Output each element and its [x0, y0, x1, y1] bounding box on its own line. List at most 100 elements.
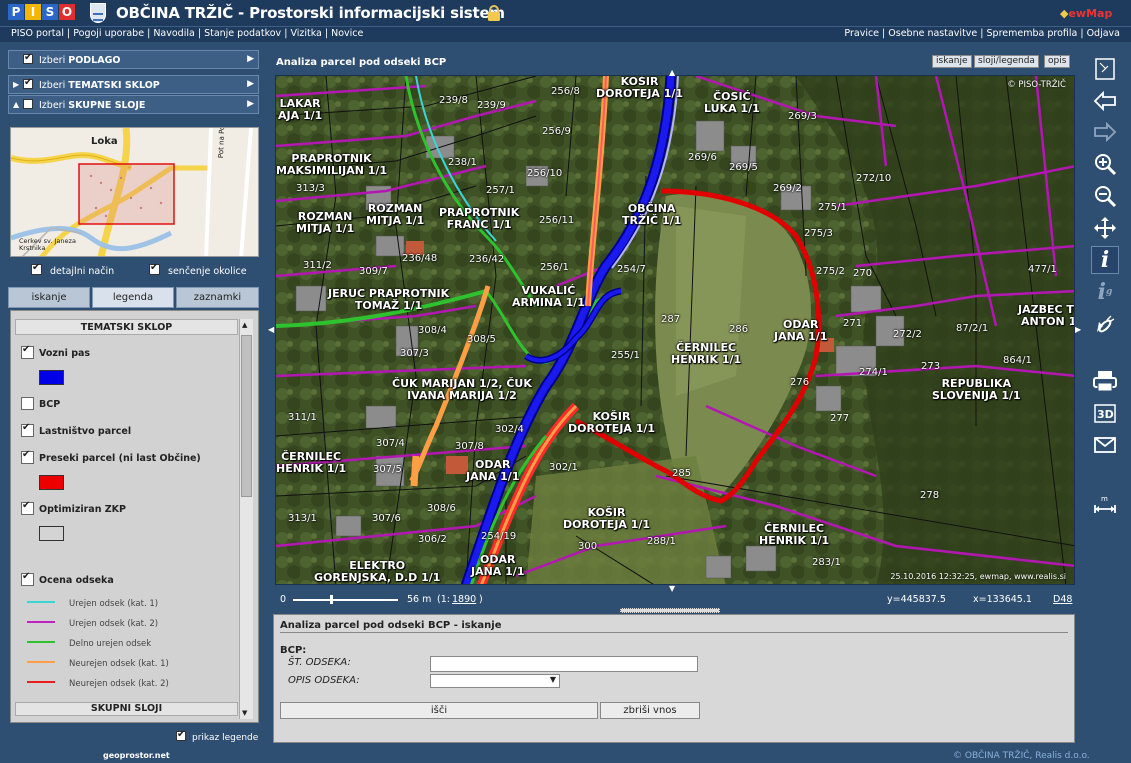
municipality-crest-icon	[90, 3, 106, 23]
map-pan-up-icon[interactable]: ▲	[669, 68, 675, 77]
search-button[interactable]: išči	[280, 702, 598, 719]
tab-iskanje[interactable]: iskanje	[8, 287, 90, 308]
layer-podlago[interactable]: Izberi PODLAGO▶	[8, 50, 259, 69]
print-icon[interactable]	[1091, 367, 1119, 395]
pan-icon[interactable]	[1091, 214, 1119, 242]
opis-odseka-select[interactable]: ▼	[430, 674, 560, 688]
map-btn-sloji[interactable]: sloji/legenda	[974, 55, 1039, 68]
checkbox[interactable]	[21, 571, 34, 586]
checkbox[interactable]	[23, 52, 33, 64]
checkbox[interactable]	[21, 422, 34, 437]
parcel-number-label: 275/1	[818, 202, 847, 213]
scroll-thumb[interactable]	[241, 335, 252, 497]
info-icon[interactable]: i	[1091, 246, 1119, 274]
expand-right-icon: ▶	[247, 54, 254, 64]
select-area-icon[interactable]	[1091, 55, 1119, 83]
checkbox[interactable]	[23, 99, 33, 109]
map-title: Analiza parcel pod odseki BCP	[276, 57, 447, 68]
expand-icon[interactable]: ▶	[13, 80, 19, 89]
option-prikaz-legende[interactable]: prikaz legende	[176, 729, 258, 743]
crs-link[interactable]: D48	[1053, 594, 1072, 605]
measure-icon[interactable]: m	[1091, 491, 1119, 519]
owner-label: ROZMAN MITJA 1/1	[296, 210, 355, 235]
scale-slider[interactable]	[330, 595, 333, 604]
layer-tematski[interactable]: ▶Izberi TEMATSKI SKLOP▶	[8, 75, 259, 94]
map-btn-iskanje[interactable]: iskanje	[932, 55, 972, 68]
legend-preseki[interactable]: Preseki parcel (ni last Občine)	[21, 449, 201, 464]
parcel-number-label: 87/2/1	[956, 323, 989, 334]
map-canvas[interactable]: © PISO-TRŽIČ 25.10.2016 12:32:25, ewmap,…	[275, 75, 1075, 585]
map-pan-left-icon[interactable]: ◀	[268, 325, 274, 334]
parcel-number-label: 274/1	[859, 367, 888, 378]
satellite-icon[interactable]	[1091, 310, 1119, 338]
lock-icon	[488, 5, 500, 21]
legend-swatch-blue	[39, 370, 64, 385]
parcel-number-label: 239/9	[477, 100, 506, 111]
nav-odjava[interactable]: Odjava	[1087, 28, 1120, 39]
option-detail[interactable]: detajlni način	[31, 262, 114, 277]
checkbox[interactable]	[23, 77, 33, 89]
map-pan-down-icon[interactable]: ▼	[669, 584, 675, 593]
nav-nastavitve[interactable]: Osebne nastavitve	[888, 28, 977, 39]
piso-logo[interactable]: P I S O	[8, 4, 76, 22]
map-copyright: 25.10.2016 12:32:25, ewmap, www.realis.s…	[890, 572, 1066, 581]
checkbox[interactable]	[149, 262, 160, 275]
legend-vozni-pas[interactable]: Vozni pas	[21, 344, 90, 359]
collapse-icon[interactable]: ▲	[13, 100, 19, 109]
nav-navodila[interactable]: Navodila	[153, 28, 195, 39]
nav-piso-portal[interactable]: PISO portal	[11, 28, 64, 39]
label-opis-odseka: OPIS ODSEKA:	[288, 675, 360, 686]
nav-novice[interactable]: Novice	[331, 28, 363, 39]
zoom-out-icon[interactable]	[1091, 182, 1119, 210]
zoom-in-icon[interactable]	[1091, 150, 1119, 178]
checkbox[interactable]	[31, 262, 42, 275]
legend-bcp[interactable]: BCP	[21, 397, 60, 410]
mail-icon[interactable]	[1091, 431, 1119, 459]
info-g-icon[interactable]: ig	[1091, 278, 1119, 306]
parcel-number-label: 272/10	[856, 173, 892, 184]
parcel-number-label: 255/1	[611, 350, 640, 361]
st-odseka-input[interactable]	[430, 656, 698, 672]
layer-skupne[interactable]: ▲ Izberi SKUPNE SLOJE ▶	[8, 95, 259, 114]
geoprostor-logo[interactable]: geoprostor.net	[103, 751, 170, 760]
legend-header: TEMATSKI SKLOP	[15, 319, 238, 335]
scale-ratio-link[interactable]: 1890	[452, 594, 476, 605]
parcel-number-label: 269/6	[688, 152, 717, 163]
parcel-number-label: 307/4	[376, 438, 405, 449]
checkbox[interactable]	[21, 344, 34, 359]
scroll-up-icon[interactable]: ▲	[242, 321, 247, 329]
nav-profil[interactable]: Sprememba profila	[987, 28, 1078, 39]
legend-ocena[interactable]: Ocena odseka	[21, 571, 114, 586]
3d-icon[interactable]: 3D	[1091, 399, 1119, 427]
coord-y: y=445837.5	[887, 594, 946, 605]
nav-pravice[interactable]: Pravice	[844, 28, 879, 39]
scale-zero: 0	[280, 594, 287, 605]
coord-x: x=133645.1	[973, 594, 1032, 605]
ewmap-brand[interactable]: ◆ewMap	[1060, 7, 1112, 20]
legend-lastnistvo[interactable]: Lastništvo parcel	[21, 422, 131, 437]
scroll-down-icon[interactable]: ▼	[242, 709, 247, 717]
checkbox[interactable]	[176, 729, 186, 741]
legend-optimiziran[interactable]: Optimiziran ZKP	[21, 500, 126, 515]
tab-legenda[interactable]: legenda	[92, 287, 174, 308]
nav-vizitka[interactable]: Vizitka	[290, 28, 321, 39]
checkbox[interactable]	[21, 500, 34, 515]
overview-map[interactable]: Loka Pot na Polje Cerkev sv. Janeza Krst…	[10, 127, 259, 257]
option-shade[interactable]: senčenje okolice	[149, 262, 247, 277]
panel-resize-handle[interactable]	[620, 608, 720, 613]
tab-zaznamki[interactable]: zaznamki	[176, 287, 259, 308]
legend-scrollbar[interactable]: ▲ ▼	[239, 319, 253, 719]
parcel-number-label: 307/3	[400, 348, 429, 359]
back-icon[interactable]	[1091, 87, 1119, 115]
map-pan-right-icon[interactable]: ▶	[1075, 325, 1081, 334]
owner-label: LAKAR AJA 1/1	[278, 97, 323, 122]
clear-button[interactable]: zbriši vnos	[600, 702, 700, 719]
owner-label: KOŠIR DOROTEJA 1/1	[568, 410, 656, 435]
checkbox[interactable]	[21, 449, 34, 464]
checkbox[interactable]	[21, 397, 34, 410]
forward-icon[interactable]	[1091, 118, 1119, 146]
owner-label: KOŠIR DOROTEJA 1/1	[563, 506, 651, 531]
nav-pogoji[interactable]: Pogoji uporabe	[73, 28, 144, 39]
map-btn-opis[interactable]: opis	[1044, 55, 1071, 68]
nav-stanje[interactable]: Stanje podatkov	[204, 28, 281, 39]
